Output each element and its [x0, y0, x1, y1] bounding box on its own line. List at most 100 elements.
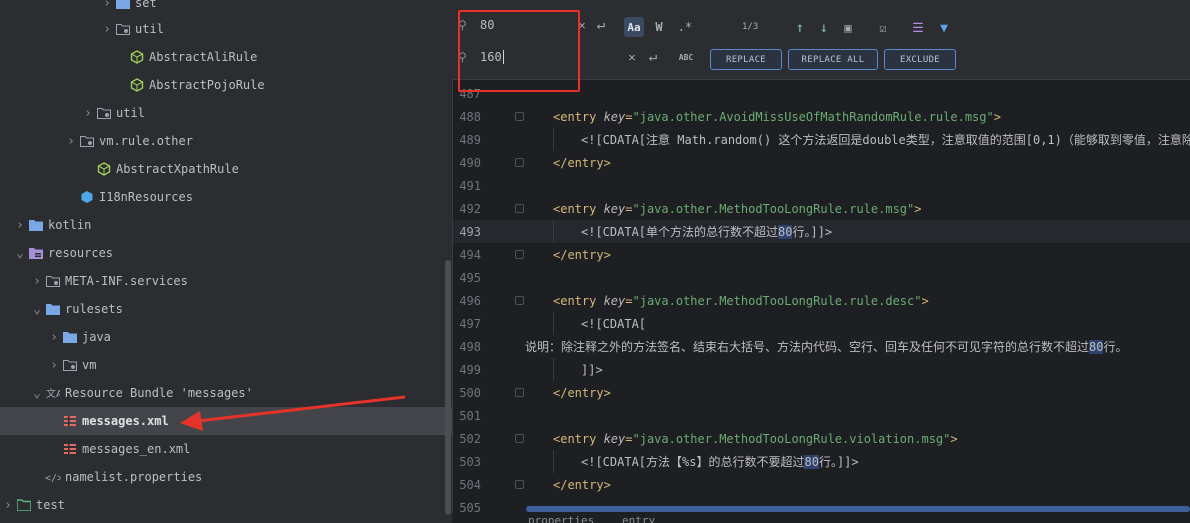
indent-guide [553, 358, 554, 381]
code-line[interactable]: 501 [453, 404, 1190, 427]
fold-marker-icon[interactable] [515, 204, 524, 213]
code-text[interactable]: <entry key="java.other.AvoidMissUseOfMat… [553, 110, 1001, 124]
line-number: 496 [459, 293, 481, 308]
code-line[interactable]: 498 说明：除注释之外的方法签名、结束右大括号、方法内代码、空行、回车及任何不可… [453, 335, 1190, 358]
chevron-down-icon[interactable]: ⌄ [12, 246, 28, 261]
fold-marker-icon[interactable] [515, 388, 524, 397]
chevron-right-icon[interactable]: › [63, 134, 79, 149]
fold-marker-icon[interactable] [515, 296, 524, 305]
new-line-icon[interactable]: ↵ [592, 15, 610, 35]
tree-item-resource-bundle-messages[interactable]: ⌄ 文A Resource Bundle 'messages' [0, 379, 452, 407]
code-line[interactable]: 495 [453, 266, 1190, 289]
breadcrumb-properties[interactable]: properties [528, 514, 594, 523]
line-number: 500 [459, 385, 481, 400]
code-text[interactable]: </entry> [553, 156, 611, 170]
horizontal-scrollbar[interactable] [526, 506, 1190, 512]
code-text[interactable]: <![CDATA[ [581, 317, 646, 331]
filter-icon[interactable]: ▼ [936, 18, 952, 38]
chevron-right-icon[interactable]: › [80, 106, 96, 121]
code-line[interactable]: 502 <entry key="java.other.MethodTooLongR… [453, 427, 1190, 450]
tree-item-namelist-properties[interactable]: </> namelist.properties [0, 463, 452, 491]
code-line[interactable]: 489 <![CDATA[注意 Math.random() 这个方法返回是doub… [453, 128, 1190, 151]
match-case-toggle[interactable]: Aa [624, 17, 644, 37]
code-text[interactable]: <![CDATA[方法【%s】的总行数不要超过80行。]]> [581, 453, 859, 470]
select-all-occurrences-icon[interactable]: ☰ [910, 18, 926, 38]
chevron-right-icon[interactable]: › [99, 22, 115, 37]
tree-scrollbar[interactable] [445, 260, 451, 515]
code-line[interactable]: 500 </entry> [453, 381, 1190, 404]
code-text[interactable]: <![CDATA[单个方法的总行数不超过80行。]]> [581, 223, 832, 240]
tree-item-meta-inf-services[interactable]: › META-INF.services [0, 267, 452, 295]
chevron-right-icon[interactable]: › [0, 498, 16, 513]
package-folder-icon [62, 357, 78, 373]
regex-toggle[interactable]: .* [676, 17, 694, 37]
code-text[interactable]: 说明：除注释之外的方法签名、结束右大括号、方法内代码、空行、回车及任何不可见字符… [525, 338, 1127, 355]
code-line[interactable]: 504 </entry> [453, 473, 1190, 496]
chevron-right-icon[interactable]: › [12, 218, 28, 233]
tree-item-messages-en-xml[interactable]: messages_en.xml [0, 435, 452, 463]
words-toggle[interactable]: W [650, 17, 668, 37]
fold-marker-icon[interactable] [515, 250, 524, 259]
tree-item-abstractxpathrule[interactable]: AbstractXpathRule [0, 155, 452, 183]
tree-item-rulesets[interactable]: ⌄ rulesets [0, 295, 452, 323]
clear-replace-icon[interactable]: ✕ [626, 47, 638, 67]
svg-text:文A: 文A [46, 387, 60, 400]
code-line[interactable]: 496 <entry key="java.other.MethodTooLongR… [453, 289, 1190, 312]
chevron-right-icon[interactable]: › [29, 274, 45, 289]
code-text[interactable]: </entry> [553, 248, 611, 262]
code-line[interactable]: 492 <entry key="java.other.MethodTooLongR… [453, 197, 1190, 220]
code-text[interactable]: </entry> [553, 386, 611, 400]
replace-all-button[interactable]: REPLACE ALL [788, 49, 878, 70]
filter-search-icon[interactable]: ☑ [874, 18, 892, 38]
code-line[interactable]: 494 </entry> [453, 243, 1190, 266]
chevron-down-icon[interactable]: ⌄ [29, 302, 45, 317]
tree-item-resources[interactable]: ⌄ resources [0, 239, 452, 267]
replace-new-line-icon[interactable]: ↵ [644, 47, 662, 67]
tree-item-java[interactable]: › java [0, 323, 452, 351]
chevron-right-icon[interactable]: › [46, 358, 62, 373]
replace-button[interactable]: REPLACE [710, 49, 782, 70]
code-line[interactable]: 497 <![CDATA[ [453, 312, 1190, 335]
tree-item-messages-xml[interactable]: messages.xml [0, 407, 452, 435]
tree-item-abstractpojorule[interactable]: AbstractPojoRule [0, 71, 452, 99]
tree-item-test[interactable]: › test [0, 491, 452, 519]
line-number: 504 [459, 477, 481, 492]
code-line[interactable]: 493 <![CDATA[单个方法的总行数不超过80行。]]> [453, 220, 1190, 243]
fold-marker-icon[interactable] [515, 434, 524, 443]
open-in-window-icon[interactable]: ▣ [840, 18, 856, 38]
tree-item-label: resources [48, 246, 114, 260]
match-count: 1/3 [742, 22, 759, 32]
class-icon [129, 77, 145, 93]
fold-marker-icon[interactable] [515, 158, 524, 167]
code-line[interactable]: 491 [453, 174, 1190, 197]
code-line[interactable]: 499]]> [453, 358, 1190, 381]
next-occurrence-icon[interactable]: ↓ [816, 18, 832, 38]
fold-marker-icon[interactable] [515, 480, 524, 489]
preserve-case-toggle[interactable]: ABC [676, 47, 696, 67]
tree-item-i18nresources[interactable]: I18nResources [0, 183, 452, 211]
code-text[interactable]: </entry> [553, 478, 611, 492]
code-text[interactable]: ]]> [581, 363, 603, 377]
fold-marker-icon[interactable] [515, 112, 524, 121]
code-line[interactable]: 503 <![CDATA[方法【%s】的总行数不要超过80行。]]> [453, 450, 1190, 473]
chevron-right-icon[interactable]: › [46, 330, 62, 345]
tree-item-vm[interactable]: › vm [0, 351, 452, 379]
tree-item-kotlin[interactable]: › kotlin [0, 211, 452, 239]
tree-item-label: messages_en.xml [82, 442, 191, 456]
code-text[interactable]: <entry key="java.other.MethodTooLongRule… [553, 432, 958, 446]
line-number: 495 [459, 270, 481, 285]
exclude-button[interactable]: EXCLUDE [884, 49, 956, 70]
code-text[interactable]: <entry key="java.other.MethodTooLongRule… [553, 294, 929, 308]
code-line[interactable]: 490 </entry> [453, 151, 1190, 174]
code-line[interactable]: 488 <entry key="java.other.AvoidMissUseOf… [453, 105, 1190, 128]
code-text[interactable]: <![CDATA[注意 Math.random() 这个方法返回是double类… [581, 131, 1190, 148]
chevron-right-icon[interactable]: › [99, 0, 115, 11]
tree-item-vm-rule-other[interactable]: › vm.rule.other [0, 127, 452, 155]
tree-item-util[interactable]: › util [0, 99, 452, 127]
chevron-down-icon[interactable]: ⌄ [29, 386, 45, 401]
tree-item-util[interactable]: › util [0, 15, 452, 43]
previous-occurrence-icon[interactable]: ↑ [792, 18, 808, 38]
tree-item-abstractalirule[interactable]: AbstractAliRule [0, 43, 452, 71]
breadcrumb-entry[interactable]: entry [622, 514, 655, 523]
code-text[interactable]: <entry key="java.other.MethodTooLongRule… [553, 202, 922, 216]
